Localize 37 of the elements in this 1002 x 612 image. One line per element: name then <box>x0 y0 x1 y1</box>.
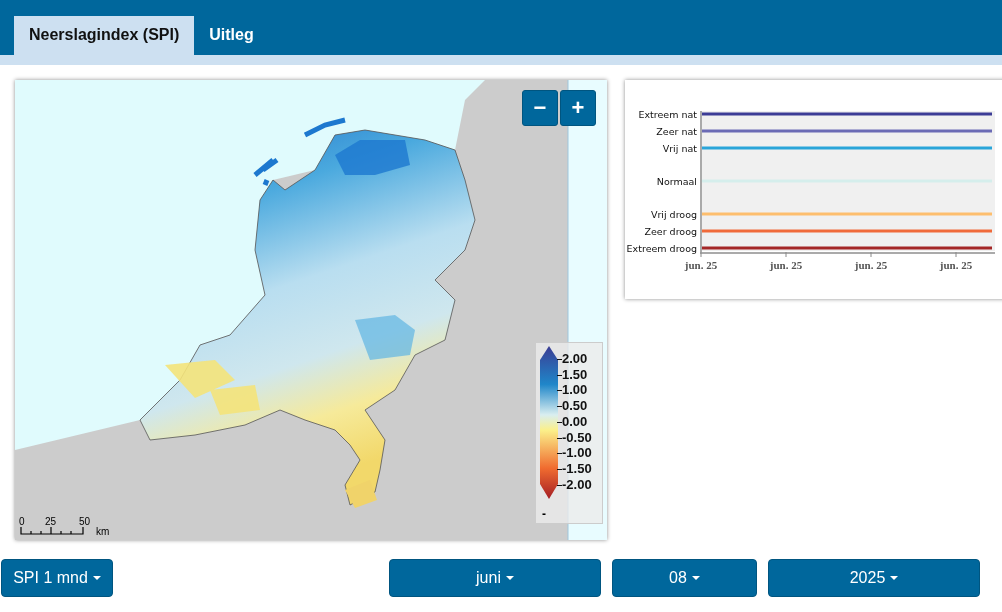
dropdown-button[interactable]: juni <box>389 559 601 597</box>
legend-footer: - <box>542 507 546 521</box>
legend-label: -0.50 <box>562 430 592 445</box>
scale-label: 25 <box>45 516 57 527</box>
level-label: Extreem nat <box>638 108 697 120</box>
caret-icon <box>890 576 899 580</box>
legend-label: 1.00 <box>562 383 588 398</box>
legend-label: -1.00 <box>562 446 592 461</box>
axis-label: jun. 25 <box>769 259 803 271</box>
caret-icon <box>92 576 101 580</box>
caret-icon <box>505 576 514 580</box>
axis-label: jun. 25 <box>854 259 888 271</box>
tab[interactable]: Uitleg <box>194 16 269 55</box>
dropdown-button[interactable]: SPI 1 mnd <box>1 559 113 597</box>
axis-label: jun. 25 <box>684 259 718 271</box>
level-label: Extreem droog <box>626 242 697 254</box>
zoom-in-button[interactable]: + <box>560 90 596 126</box>
dropdown-button[interactable]: 2025 <box>768 559 980 597</box>
zoom-out-button[interactable]: − <box>522 90 558 126</box>
legend-label: 1.50 <box>562 367 588 382</box>
legend-label: 0.50 <box>562 399 588 414</box>
level-label: Zeer nat <box>656 125 697 137</box>
dropdown-button[interactable]: 08 <box>612 559 757 597</box>
scale-unit: km <box>96 526 110 537</box>
scale-label: 0 <box>19 516 25 527</box>
level-label: Vrij droog <box>650 208 697 220</box>
legend-label: -2.00 <box>562 477 592 492</box>
scale-label: 50 <box>79 516 91 527</box>
axis-label: jun. 25 <box>939 259 973 271</box>
tab[interactable]: Neerslagindex (SPI) <box>14 16 195 55</box>
level-label: Vrij nat <box>662 142 697 154</box>
caret-icon <box>691 576 700 580</box>
legend-label: 0.00 <box>562 414 588 429</box>
legend-label: -1.50 <box>562 461 592 476</box>
level-label: Normaal <box>656 175 697 187</box>
level-label: Zeer droog <box>644 225 697 237</box>
legend-label: 2.00 <box>562 352 588 366</box>
